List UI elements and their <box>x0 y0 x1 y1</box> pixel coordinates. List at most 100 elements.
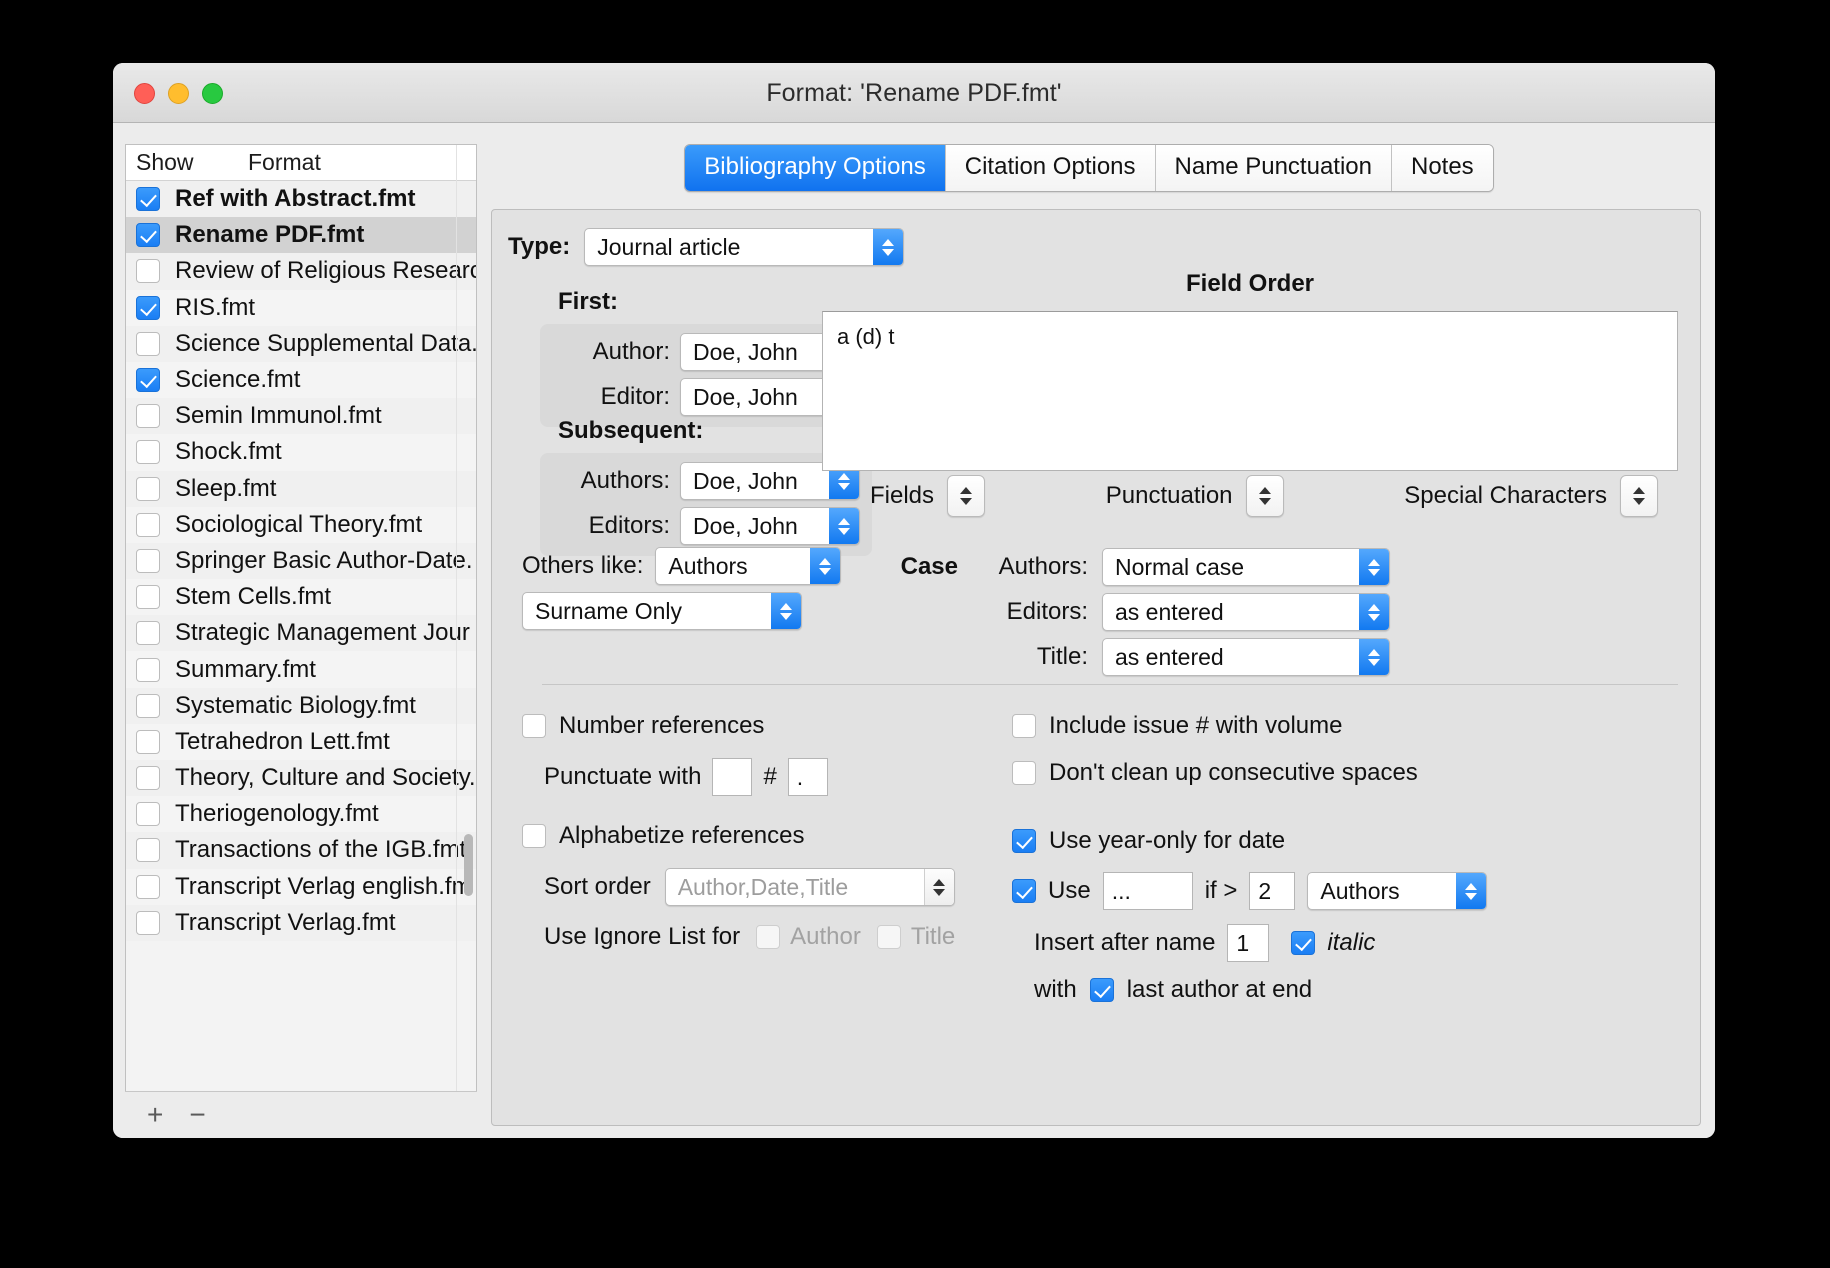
tab-notes[interactable]: Notes <box>1391 145 1493 191</box>
list-item[interactable]: Transcript Verlag.fmt <box>126 904 476 941</box>
use-value-input[interactable]: ... <box>1102 872 1193 910</box>
last-author-checkbox[interactable] <box>1089 978 1114 1002</box>
list-item-checkbox[interactable] <box>136 259 160 284</box>
case-editors-stepper[interactable] <box>1359 594 1389 630</box>
list-item-checkbox[interactable] <box>136 187 160 212</box>
field-order-textarea[interactable]: a (d) t <box>822 311 1678 471</box>
punctuate-suffix-input[interactable]: . <box>787 758 828 796</box>
case-authors-stepper[interactable] <box>1359 549 1389 585</box>
use-target-select[interactable]: Authors <box>1307 872 1488 910</box>
list-item-checkbox[interactable] <box>136 404 160 429</box>
list-item[interactable]: Rename PDF.fmt <box>126 217 476 254</box>
list-item[interactable]: Shock.fmt <box>126 434 476 471</box>
punctuate-prefix-input[interactable] <box>712 758 753 796</box>
alphabetize-row[interactable]: Alphabetize references <box>522 822 992 850</box>
others-like-stepper[interactable] <box>810 548 841 584</box>
list-item[interactable]: Theriogenology.fmt <box>126 796 476 833</box>
first-editor-row: Editor: Doe, John <box>552 378 860 416</box>
list-item[interactable]: Systematic Biology.fmt <box>126 687 476 724</box>
list-item-checkbox[interactable] <box>136 838 160 863</box>
list-scrollbar-thumb[interactable] <box>464 834 473 897</box>
list-item-checkbox[interactable] <box>136 476 160 501</box>
tab-bibliography-options[interactable]: Bibliography Options <box>685 145 946 191</box>
case-editors-select[interactable]: as entered <box>1102 593 1390 631</box>
list-item-checkbox[interactable] <box>136 223 160 248</box>
number-references-row[interactable]: Number references <box>522 712 992 740</box>
ignore-title-checkbox[interactable] <box>876 925 901 949</box>
list-item-checkbox[interactable] <box>136 621 160 646</box>
list-item[interactable]: Sociological Theory.fmt <box>126 506 476 543</box>
tab-citation-options[interactable]: Citation Options <box>945 145 1156 191</box>
add-format-button[interactable]: + <box>147 1101 163 1129</box>
list-item[interactable]: Strategic Management Jour <box>126 615 476 652</box>
format-list-rows[interactable]: Ref with Abstract.fmt Rename PDF.fmt Revie… <box>126 181 476 1091</box>
subsequent-editors-select[interactable]: Doe, John <box>680 507 860 545</box>
include-issue-checkbox[interactable] <box>1012 714 1036 738</box>
if-greater-input[interactable]: 2 <box>1249 872 1296 910</box>
include-issue-row[interactable]: Include issue # with volume <box>1012 712 1684 740</box>
punctuation-stepper[interactable] <box>1245 475 1284 517</box>
list-item-checkbox[interactable] <box>136 548 160 573</box>
case-authors-select[interactable]: Normal case <box>1102 548 1390 586</box>
dont-clean-checkbox[interactable] <box>1012 761 1036 785</box>
type-select[interactable]: Journal article <box>584 228 905 266</box>
list-item-checkbox[interactable] <box>136 512 160 537</box>
tab-name-punctuation[interactable]: Name Punctuation <box>1155 145 1392 191</box>
special-characters-stepper[interactable] <box>1620 475 1658 517</box>
fields-stepper[interactable] <box>947 475 986 517</box>
column-header-show[interactable]: Show <box>136 149 248 176</box>
italic-checkbox[interactable] <box>1291 931 1316 955</box>
list-item[interactable]: Summary.fmt <box>126 651 476 688</box>
list-item[interactable]: Tetrahedron Lett.fmt <box>126 723 476 760</box>
year-only-row[interactable]: Use year-only for date <box>1012 827 1684 855</box>
ignore-author-row[interactable]: Author <box>756 923 861 951</box>
list-item-checkbox[interactable] <box>136 910 160 935</box>
list-item-checkbox[interactable] <box>136 729 160 754</box>
list-item-label: Theory, Culture and Society. <box>175 764 476 792</box>
list-item[interactable]: RIS.fmt <box>126 289 476 326</box>
case-title-stepper[interactable] <box>1359 639 1389 675</box>
list-item[interactable]: Science.fmt <box>126 361 476 399</box>
list-item[interactable]: Sleep.fmt <box>126 470 476 507</box>
number-references-checkbox[interactable] <box>522 714 546 738</box>
list-item-checkbox[interactable] <box>136 295 160 320</box>
others-like-select[interactable]: Authors <box>655 547 842 585</box>
list-item-checkbox[interactable] <box>136 440 160 465</box>
ignore-author-checkbox[interactable] <box>756 925 781 949</box>
list-item[interactable]: Springer Basic Author-Date. <box>126 542 476 580</box>
use-checkbox[interactable] <box>1012 879 1036 903</box>
case-title-select[interactable]: as entered <box>1102 638 1390 676</box>
list-item-checkbox[interactable] <box>136 693 160 718</box>
list-item-checkbox[interactable] <box>136 802 160 827</box>
list-item[interactable]: Ref with Abstract.fmt <box>126 181 476 218</box>
alphabetize-checkbox[interactable] <box>522 824 546 848</box>
use-target-stepper[interactable] <box>1456 873 1487 909</box>
sort-order-select[interactable]: Author,Date,Title <box>664 868 955 906</box>
list-item[interactable]: Review of Religious Researc <box>126 253 476 290</box>
list-item[interactable]: Science Supplemental Data. <box>126 325 476 362</box>
surname-select[interactable]: Surname Only <box>522 592 802 630</box>
column-header-format[interactable]: Format <box>248 149 321 176</box>
list-item-checkbox[interactable] <box>136 368 160 393</box>
list-item-checkbox[interactable] <box>136 657 160 682</box>
list-item-checkbox[interactable] <box>136 766 160 791</box>
list-item-checkbox[interactable] <box>136 874 160 899</box>
list-item-checkbox[interactable] <box>136 585 160 610</box>
sort-order-stepper[interactable] <box>923 869 954 905</box>
dont-clean-row[interactable]: Don't clean up consecutive spaces <box>1012 759 1684 787</box>
year-only-checkbox[interactable] <box>1012 829 1036 853</box>
list-item[interactable]: Transcript Verlag english.fm <box>126 868 476 905</box>
insert-after-input[interactable]: 1 <box>1227 924 1270 962</box>
use-label: Use <box>1048 877 1091 904</box>
list-scrollbar[interactable] <box>463 185 474 1087</box>
type-select-stepper[interactable] <box>873 229 904 265</box>
ignore-title-row[interactable]: Title <box>876 923 955 951</box>
list-item-checkbox[interactable] <box>136 331 160 356</box>
remove-format-button[interactable]: − <box>189 1101 205 1129</box>
list-item[interactable]: Transactions of the IGB.fmt <box>126 832 476 869</box>
tab-group[interactable]: Bibliography Options Citation Options Name… <box>684 144 1494 192</box>
list-item[interactable]: Stem Cells.fmt <box>126 579 476 616</box>
list-item[interactable]: Theory, Culture and Society. <box>126 760 476 797</box>
surname-stepper[interactable] <box>771 593 801 629</box>
list-item[interactable]: Semin Immunol.fmt <box>126 398 476 435</box>
